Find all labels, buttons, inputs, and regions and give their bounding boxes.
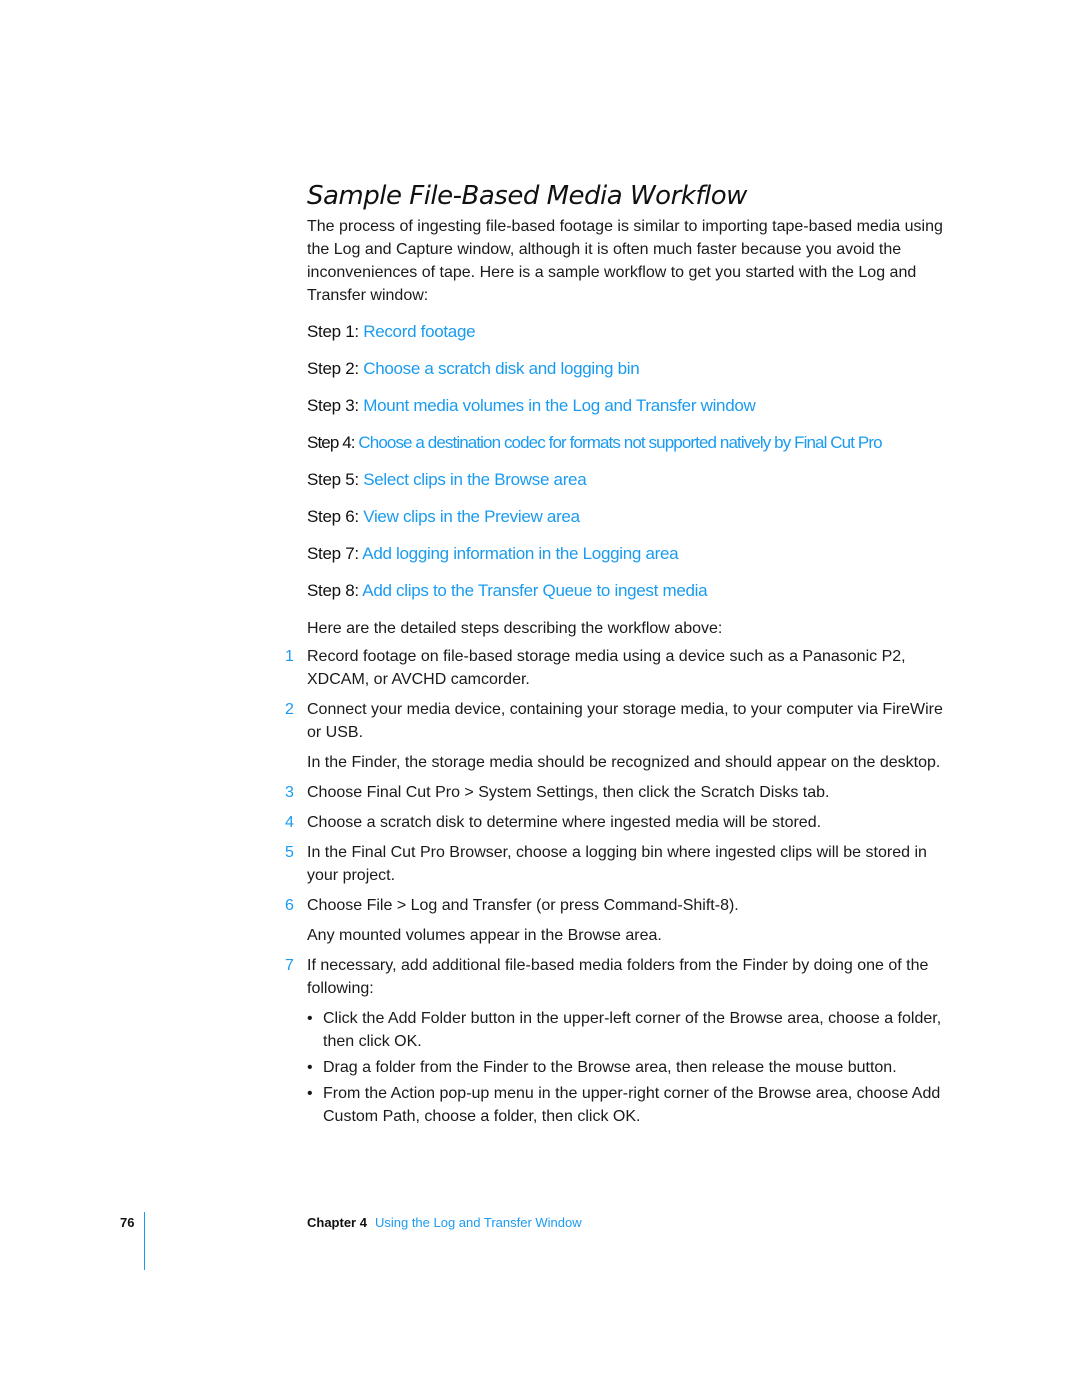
workflow-step: Step 3: Mount media volumes in the Log a… — [307, 394, 882, 431]
detailed-step: 7 If necessary, add additional file-based… — [285, 954, 945, 1128]
step-label: Step 4: — [307, 433, 355, 452]
bullet-item: • Drag a folder from the Finder to the Br… — [307, 1056, 945, 1079]
step-label: Step 3: — [307, 396, 359, 415]
step-label: Step 8: — [307, 581, 359, 600]
workflow-step: Step 7: Add logging information in the L… — [307, 542, 882, 579]
step-label: Step 1: — [307, 322, 359, 341]
detailed-step: 1 Record footage on file-based storage me… — [285, 645, 945, 691]
detailed-step: 4 Choose a scratch disk to determine wher… — [285, 811, 945, 834]
page-footer: Chapter 4 Using the Log and Transfer Wind… — [307, 1215, 582, 1230]
bullet-text: From the Action pop-up menu in the upper… — [323, 1085, 941, 1125]
step-text: Connect your media device, containing yo… — [307, 701, 943, 741]
bullet-icon: • — [307, 1010, 313, 1027]
step-link[interactable]: Choose a scratch disk and logging bin — [363, 359, 640, 378]
bullet-list: • Click the Add Folder button in the uppe… — [307, 1007, 945, 1128]
step-link[interactable]: Add clips to the Transfer Queue to inges… — [362, 581, 707, 600]
step-number: 1 — [285, 648, 294, 665]
section-title: Sample File-Based Media Workflow — [307, 181, 747, 211]
workflow-step: Step 6: View clips in the Preview area — [307, 505, 882, 542]
intro-paragraph: The process of ingesting file-based foot… — [307, 218, 943, 304]
bullet-text: Drag a folder from the Finder to the Bro… — [323, 1059, 897, 1076]
workflow-step: Step 4: Choose a destination codec for f… — [307, 431, 883, 468]
step-number: 5 — [285, 844, 294, 861]
step-link[interactable]: View clips in the Preview area — [363, 507, 580, 526]
detailed-step: 2 Connect your media device, containing y… — [285, 698, 945, 774]
bullet-item: • Click the Add Folder button in the uppe… — [307, 1007, 945, 1053]
step-number: 7 — [285, 957, 294, 974]
step-number: 2 — [285, 701, 294, 718]
step-text: Choose a scratch disk to determine where… — [307, 814, 822, 831]
step-text: Choose Final Cut Pro > System Settings, … — [307, 784, 830, 801]
workflow-step: Step 2: Choose a scratch disk and loggin… — [307, 357, 882, 394]
step-note: Any mounted volumes appear in the Browse… — [307, 927, 662, 944]
chapter-title-link[interactable]: Using the Log and Transfer Window — [375, 1215, 582, 1230]
chapter-label: Chapter 4 — [307, 1215, 367, 1230]
step-text: Choose File > Log and Transfer (or press… — [307, 897, 739, 914]
step-text: In the Final Cut Pro Browser, choose a l… — [307, 844, 927, 884]
workflow-steps: Step 1: Record footage Step 2: Choose a … — [307, 320, 883, 616]
bullet-icon: • — [307, 1085, 313, 1102]
step-text: If necessary, add additional file-based … — [307, 957, 929, 997]
detailed-step: 6 Choose File > Log and Transfer (or pres… — [285, 894, 945, 947]
step-link[interactable]: Mount media volumes in the Log and Trans… — [363, 396, 756, 415]
detailed-steps-intro: Here are the detailed steps describing t… — [307, 620, 723, 637]
bullet-text: Click the Add Folder button in the upper… — [323, 1010, 942, 1050]
step-number: 3 — [285, 784, 294, 801]
footer-divider — [144, 1212, 145, 1270]
detailed-step: 5 In the Final Cut Pro Browser, choose a … — [285, 841, 945, 887]
workflow-step: Step 8: Add clips to the Transfer Queue … — [307, 579, 882, 616]
step-number: 6 — [285, 897, 294, 914]
step-link[interactable]: Record footage — [363, 322, 475, 341]
bullet-item: • From the Action pop-up menu in the uppe… — [307, 1082, 945, 1128]
step-link[interactable]: Add logging information in the Logging a… — [362, 544, 678, 563]
workflow-step: Step 1: Record footage — [307, 320, 882, 357]
step-link[interactable]: Select clips in the Browse area — [363, 470, 586, 489]
step-label: Step 2: — [307, 359, 359, 378]
step-label: Step 6: — [307, 507, 359, 526]
workflow-step: Step 5: Select clips in the Browse area — [307, 468, 882, 505]
step-link[interactable]: Choose a destination codec for formats n… — [358, 433, 882, 452]
step-note: In the Finder, the storage media should … — [307, 754, 941, 771]
bullet-icon: • — [307, 1059, 313, 1076]
step-number: 4 — [285, 814, 294, 831]
page-number: 76 — [120, 1215, 135, 1230]
step-label: Step 7: — [307, 544, 359, 563]
step-label: Step 5: — [307, 470, 359, 489]
step-text: Record footage on file-based storage med… — [307, 648, 906, 688]
detailed-step: 3 Choose Final Cut Pro > System Settings,… — [285, 781, 945, 804]
detailed-steps-list: 1 Record footage on file-based storage me… — [285, 645, 945, 1135]
